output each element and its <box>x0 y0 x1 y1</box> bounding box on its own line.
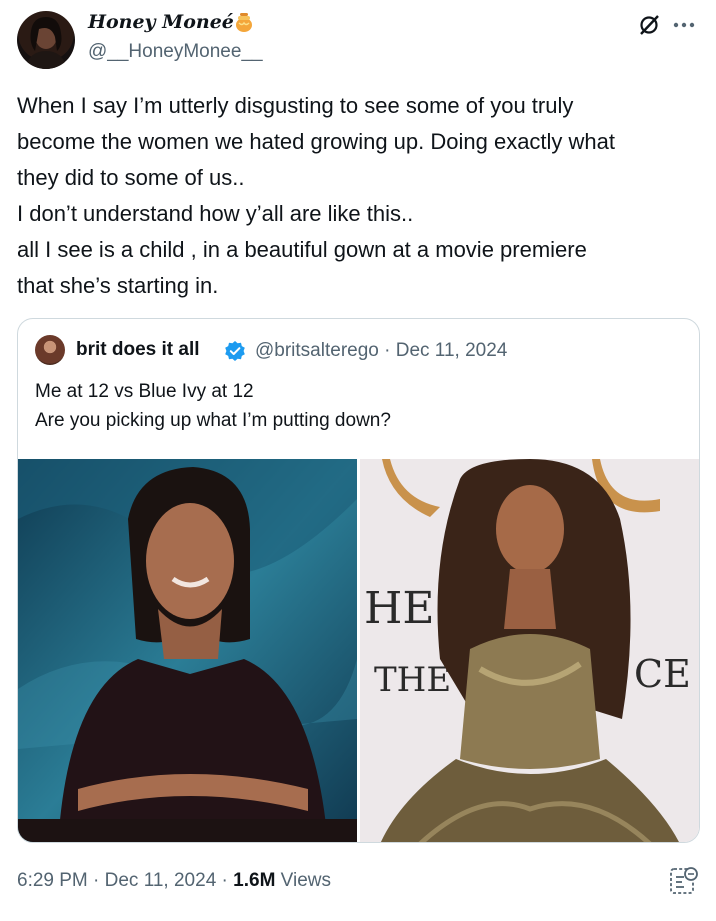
author-name[interactable]: Honey Moneé <box>88 11 234 33</box>
backdrop-text-the: THE <box>374 660 451 700</box>
tweet-line: become the women we hated growing up. Do… <box>17 129 616 154</box>
backdrop-text-ce: CE <box>634 652 691 696</box>
tweet-line: all I see is a child , in a beautiful go… <box>17 237 587 262</box>
views-label: Views <box>275 870 332 891</box>
more-dots-icon[interactable] <box>671 14 697 36</box>
author-avatar[interactable] <box>17 11 75 69</box>
quoted-line: Are you picking up what I’m putting down… <box>35 410 391 431</box>
honey-pot-icon <box>233 11 255 33</box>
grok-icon[interactable] <box>637 13 661 37</box>
tweet-line: they did to some of us.. <box>17 165 245 190</box>
verified-badge-icon <box>224 340 246 362</box>
quoted-line: Me at 12 vs Blue Ivy at 12 <box>35 381 254 402</box>
quoted-text: Me at 12 vs Blue Ivy at 12 Are you picki… <box>35 377 391 435</box>
backdrop-text-he: HE <box>364 583 435 634</box>
photo-premiere-gown[interactable]: HE THE CE <box>360 459 699 842</box>
tweet-timestamp[interactable]: 6:29 PM · Dec 11, 2024 · <box>17 870 233 891</box>
views-count: 1.6M <box>233 870 276 891</box>
photo-school-portrait[interactable] <box>18 459 357 842</box>
tweet-line: I don’t understand how y’all are like th… <box>17 201 414 226</box>
tweet-header: Honey Moneé @__HoneyMonee__ <box>0 0 716 80</box>
quoted-author-name[interactable]: brit does it all <box>76 339 200 361</box>
author-handle[interactable]: @__HoneyMonee__ <box>88 41 263 63</box>
tweet-footer: 6:29 PM · Dec 11, 2024 · 1.6M Views <box>17 870 331 892</box>
tweet-line: that she’s starting in. <box>17 273 219 298</box>
analytics-icon[interactable] <box>667 865 699 897</box>
quoted-handle-date[interactable]: @britsalterego · Dec 11, 2024 <box>255 340 507 362</box>
quoted-author-avatar[interactable] <box>35 335 65 365</box>
tweet-line: When I say I’m utterly disgusting to see… <box>17 93 574 118</box>
quoted-tweet[interactable]: brit does it all @britsalterego · Dec 11… <box>17 318 700 843</box>
tweet-body: When I say I’m utterly disgusting to see… <box>17 88 707 304</box>
